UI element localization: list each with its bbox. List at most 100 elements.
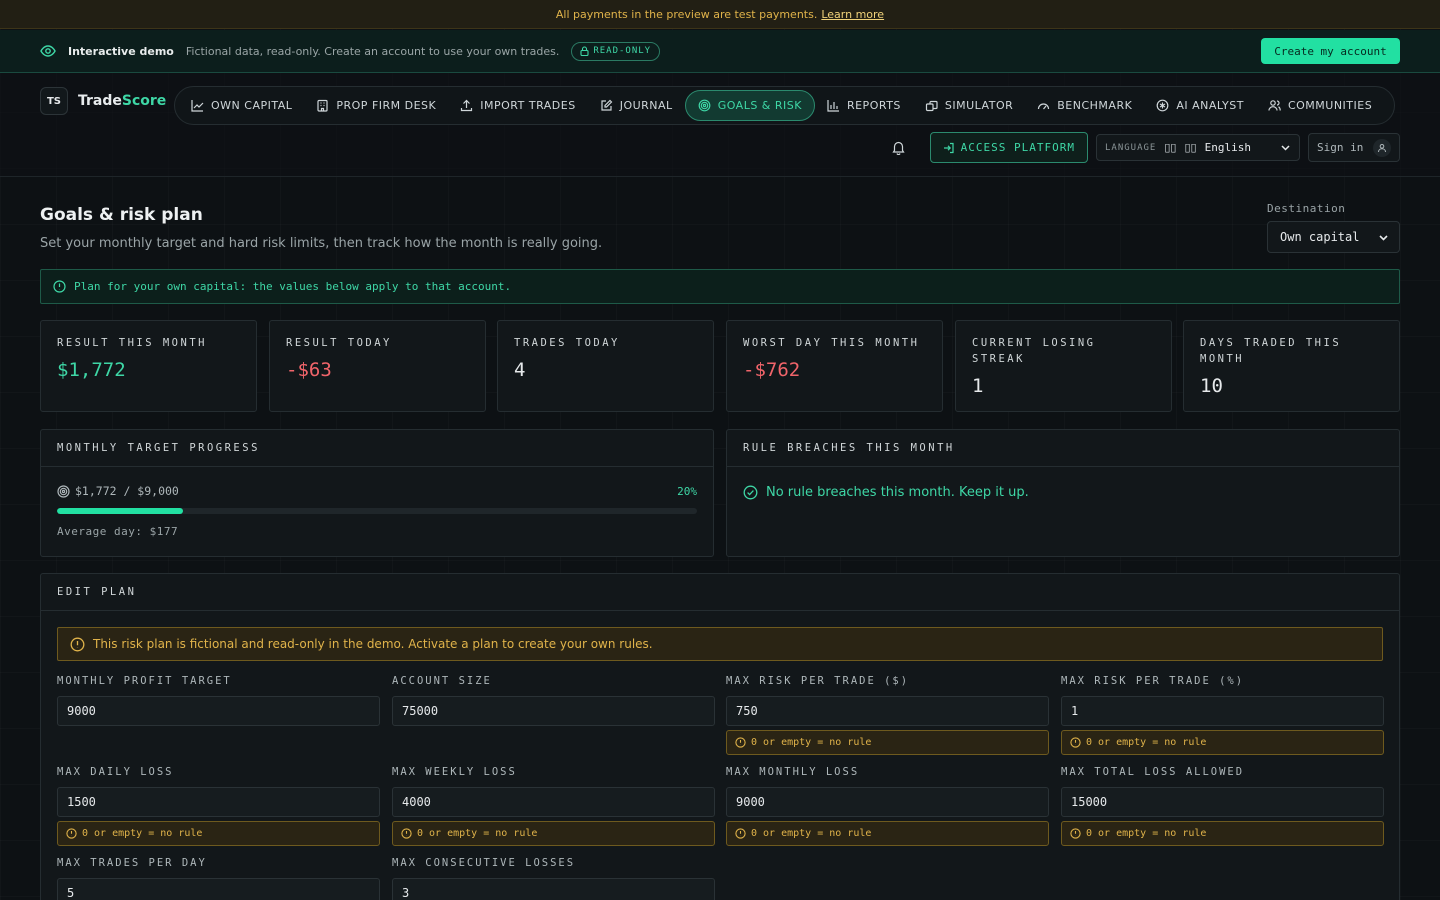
warning-icon <box>1070 828 1081 839</box>
progress-bar <box>57 508 697 514</box>
avatar <box>1373 138 1391 157</box>
nav-ai-analyst[interactable]: AI ANALYST <box>1144 90 1256 121</box>
chevron-down-icon <box>1379 234 1388 241</box>
max-risk-trade-usd-input[interactable]: 750 <box>726 696 1049 726</box>
access-platform-button[interactable]: ACCESS PLATFORM <box>929 132 1088 163</box>
pencil-square-icon <box>601 99 613 111</box>
user-icon <box>1378 143 1386 152</box>
account-size-input[interactable]: 75000 <box>392 696 715 726</box>
nav-label: SIMULATOR <box>944 99 1014 112</box>
stat-losing-streak: CURRENT LOSING STREAK 1 <box>955 320 1172 412</box>
max-consecutive-losses-input[interactable]: 3 <box>392 878 715 900</box>
stat-value: -$63 <box>286 359 332 381</box>
stat-value: -$762 <box>743 359 801 381</box>
warning-icon <box>1070 737 1081 748</box>
nav-import-trades[interactable]: IMPORT TRADES <box>448 90 587 121</box>
progress-bar-fill <box>57 508 184 514</box>
gauge-icon <box>1038 103 1050 110</box>
language-selector[interactable]: LANGUAGE ▯▯ ▯▯ English <box>1096 134 1300 161</box>
read-only-label: READ-ONLY <box>593 46 652 56</box>
users-icon <box>1268 100 1281 111</box>
demo-title: Interactive demo <box>68 44 174 58</box>
sign-in-button[interactable]: Sign in <box>1308 133 1400 162</box>
page-title: Goals & risk plan <box>40 205 203 225</box>
monthly-target-panel: MONTHLY TARGET PROGRESS $1,772 / $9,000 … <box>40 429 714 557</box>
warning-text: This risk plan is fictional and read-onl… <box>93 637 653 651</box>
monthly-profit-target-input[interactable]: 9000 <box>57 696 380 726</box>
brand-name-part-2: Score <box>121 93 167 109</box>
nav-reports[interactable]: REPORTS <box>815 90 913 121</box>
brand-name: TradeScore <box>78 93 166 109</box>
field-label: MAX RISK PER TRADE ($) <box>726 675 910 687</box>
nav-own-capital[interactable]: OWN CAPITAL <box>179 90 304 121</box>
sign-in-label: Sign in <box>1317 141 1364 154</box>
field-max-risk-trade-pct: MAX RISK PER TRADE (%) 1 0 or empty = no… <box>1061 675 1384 755</box>
read-only-warning: This risk plan is fictional and read-onl… <box>57 627 1383 661</box>
stat-value: 4 <box>514 359 526 381</box>
stat-result-month: RESULT THIS MONTH $1,772 <box>40 320 257 412</box>
nav-benchmark[interactable]: BENCHMARK <box>1025 90 1144 121</box>
destination-value: Own capital <box>1280 230 1360 244</box>
nav-goals-risk[interactable]: GOALS & RISK <box>684 90 815 121</box>
hint-text: 0 or empty = no rule <box>751 828 872 839</box>
language-label: LANGUAGE <box>1105 142 1157 153</box>
lock-icon <box>580 46 589 56</box>
destination-select[interactable]: Own capital <box>1267 221 1400 253</box>
notifications-button[interactable] <box>884 133 914 163</box>
field-hint: 0 or empty = no rule <box>57 821 380 846</box>
test-payments-banner: All payments in the preview are test pay… <box>0 0 1440 29</box>
stat-days-traded: DAYS TRADED THIS MONTH 10 <box>1183 320 1400 412</box>
progress-percent: 20% <box>677 484 697 498</box>
max-trades-per-day-input[interactable]: 5 <box>57 878 380 900</box>
read-only-badge: READ-ONLY <box>571 41 661 61</box>
brand-logo[interactable]: TS TradeScore <box>40 87 166 115</box>
simulator-icon <box>925 100 938 112</box>
warning-icon <box>70 637 85 651</box>
stat-value: $1,772 <box>57 359 126 381</box>
create-account-button[interactable]: Create my account <box>1261 38 1400 64</box>
hint-text: 0 or empty = no rule <box>1086 828 1207 839</box>
nav-label: JOURNAL <box>619 99 673 112</box>
access-platform-label: ACCESS PLATFORM <box>960 141 1075 154</box>
average-day: Average day: $177 <box>57 525 179 538</box>
warning-icon <box>66 828 77 839</box>
panel-title: MONTHLY TARGET PROGRESS <box>41 430 713 467</box>
progress-summary: $1,772 / $9,000 20% <box>57 484 697 498</box>
field-max-consecutive-losses: MAX CONSECUTIVE LOSSES 3 <box>392 857 715 900</box>
max-weekly-loss-input[interactable]: 4000 <box>392 787 715 817</box>
nav-journal[interactable]: JOURNAL <box>588 90 685 121</box>
stat-label: DAYS TRADED THIS MONTH <box>1200 337 1342 365</box>
field-max-daily-loss: MAX DAILY LOSS 1500 0 or empty = no rule <box>57 766 380 846</box>
nav-label: COMMUNITIES <box>1287 99 1373 112</box>
destination-label: Destination <box>1267 202 1346 215</box>
learn-more-link[interactable]: Learn more <box>821 8 884 21</box>
progress-amount: $1,772 / $9,000 <box>75 484 179 498</box>
field-max-weekly-loss: MAX WEEKLY LOSS 4000 0 or empty = no rul… <box>392 766 715 846</box>
bar-chart-icon <box>827 100 839 112</box>
field-hint: 0 or empty = no rule <box>726 821 1049 846</box>
nav-label: AI ANALYST <box>1176 99 1244 112</box>
panel-title: RULE BREACHES THIS MONTH <box>727 430 1399 467</box>
max-risk-trade-pct-input[interactable]: 1 <box>1061 696 1384 726</box>
max-total-loss-input[interactable]: 15000 <box>1061 787 1384 817</box>
ai-icon <box>1156 99 1169 112</box>
breach-status: No rule breaches this month. Keep it up. <box>743 485 1029 500</box>
language-glyph-icon: ▯▯ <box>1164 141 1177 154</box>
max-daily-loss-input[interactable]: 1500 <box>57 787 380 817</box>
nav-label: IMPORT TRADES <box>480 99 576 112</box>
nav-prop-firm-desk[interactable]: PROP FIRM DESK <box>304 90 448 121</box>
stat-value: 10 <box>1200 375 1223 397</box>
header-actions: ACCESS PLATFORM LANGUAGE ▯▯ ▯▯ English S… <box>884 132 1400 163</box>
edit-plan-panel: EDIT PLAN This risk plan is fictional an… <box>40 573 1400 900</box>
field-max-total-loss: MAX TOTAL LOSS ALLOWED 15000 0 or empty … <box>1061 766 1384 846</box>
demo-bar: Interactive demo Fictional data, read-on… <box>0 30 1440 73</box>
nav-communities[interactable]: COMMUNITIES <box>1256 90 1384 121</box>
nav-simulator[interactable]: SIMULATOR <box>913 90 1025 121</box>
max-monthly-loss-input[interactable]: 9000 <box>726 787 1049 817</box>
page-subtitle: Set your monthly target and hard risk li… <box>40 236 603 251</box>
rule-breaches-panel: RULE BREACHES THIS MONTH No rule breache… <box>726 429 1400 557</box>
chart-line-icon <box>191 100 204 112</box>
panel-title: EDIT PLAN <box>41 574 1399 611</box>
target-icon <box>57 484 70 498</box>
field-label: MAX DAILY LOSS <box>57 766 174 778</box>
